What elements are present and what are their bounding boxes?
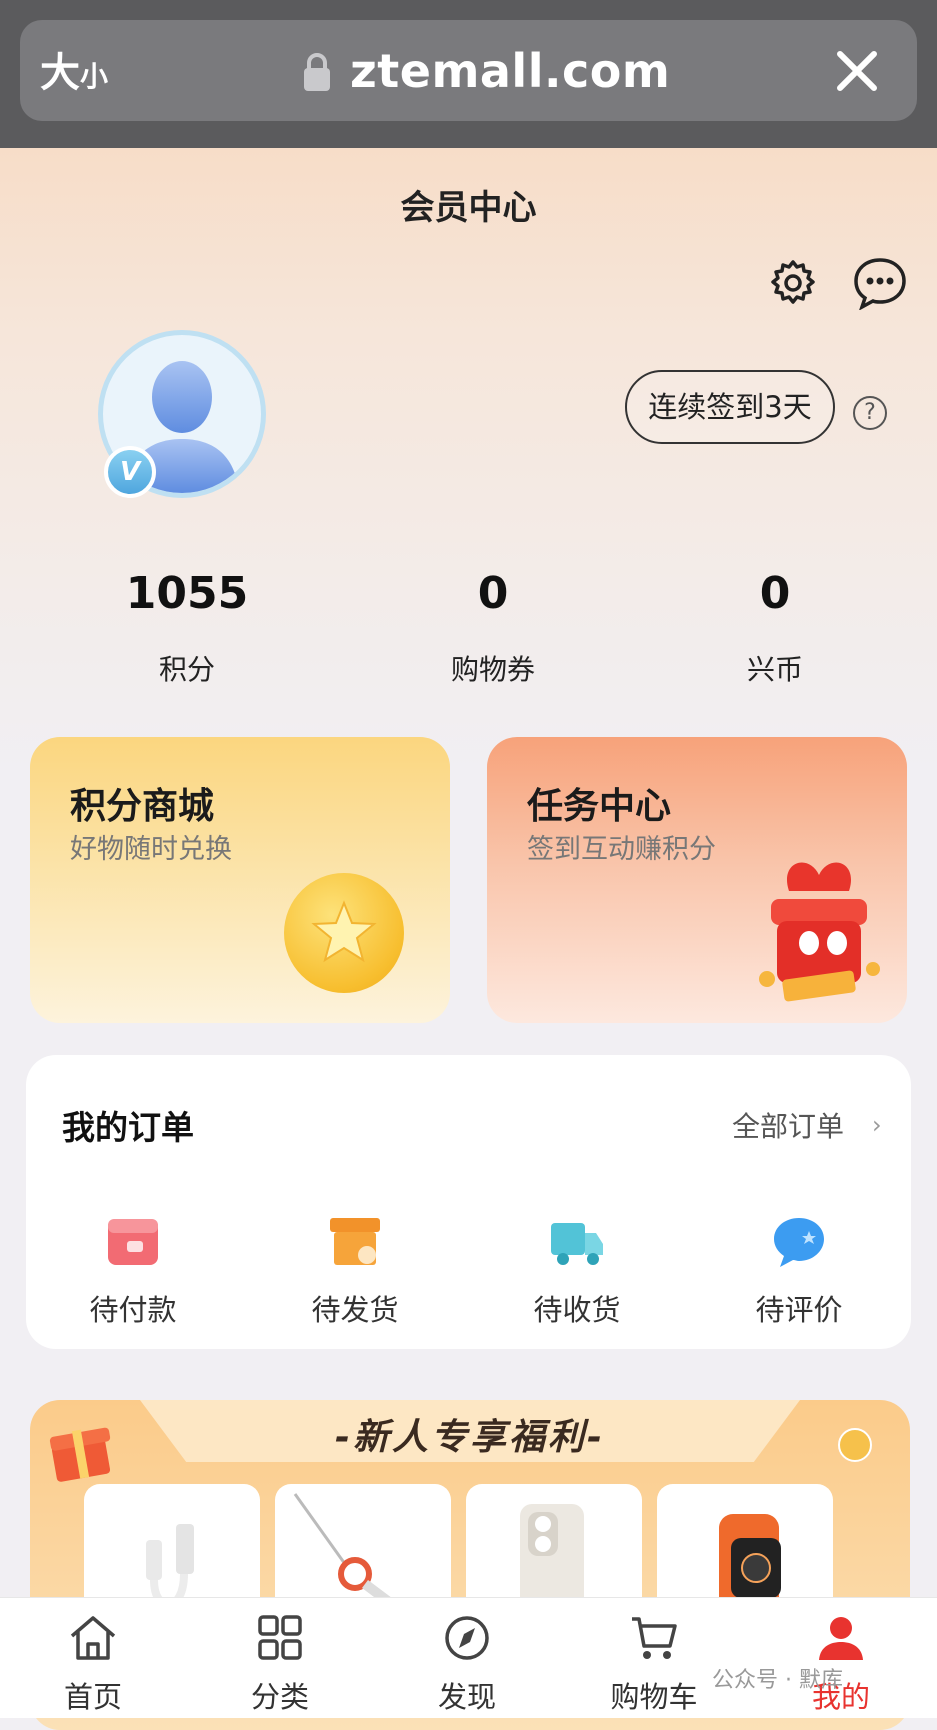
- help-icon[interactable]: ?: [853, 396, 887, 430]
- order-pending-receipt[interactable]: 待收货: [487, 1215, 667, 1329]
- gift-icon: [49, 1427, 111, 1482]
- xing-coin-value[interactable]: 0: [675, 568, 875, 619]
- card-subtitle: 好物随时兑换: [70, 834, 232, 865]
- nav-label: 购物车: [610, 1680, 698, 1714]
- card-subtitle: 签到互动赚积分: [527, 834, 716, 865]
- watermark: 公众号 · 默库: [712, 1668, 843, 1693]
- close-icon[interactable]: [832, 46, 882, 96]
- nav-label: 首页: [63, 1680, 122, 1714]
- home-icon: [70, 1616, 116, 1660]
- nav-home[interactable]: 首页: [33, 1614, 153, 1716]
- all-orders-link[interactable]: 全部订单: [732, 1105, 844, 1145]
- nav-cart[interactable]: 购物车: [594, 1614, 714, 1716]
- order-pending-review[interactable]: 待评价: [709, 1215, 889, 1329]
- card-title: 积分商城: [70, 786, 215, 827]
- checkin-button[interactable]: 连续签到3天: [625, 370, 835, 444]
- message-icon[interactable]: [852, 256, 908, 310]
- truck-icon: [551, 1223, 603, 1265]
- order-pending-shipment[interactable]: 待发货: [265, 1215, 445, 1329]
- coupon-value[interactable]: 0: [393, 568, 593, 619]
- points-mall-card[interactable]: 积分商城 好物随时兑换: [30, 737, 450, 1023]
- bottom-nav: 首页 分类 发现 购物车 我的: [0, 1597, 937, 1718]
- chat-bubble-icon: [774, 1218, 824, 1267]
- grid-icon: [258, 1615, 302, 1660]
- star-coin-icon: [284, 873, 404, 993]
- orders-title: 我的订单: [62, 1108, 194, 1147]
- wallet-icon: [108, 1219, 158, 1265]
- user-icon: [819, 1617, 863, 1660]
- cart-icon: [632, 1617, 677, 1659]
- text-size-button[interactable]: 大小: [40, 44, 108, 106]
- page-title: 会员中心: [400, 188, 537, 228]
- url-text: ztemall.com: [350, 44, 671, 98]
- order-label: 待评价: [755, 1293, 843, 1327]
- banner-title: -新人专享福利-: [335, 1417, 605, 1458]
- order-label: 待付款: [89, 1293, 177, 1327]
- compass-icon: [445, 1616, 489, 1660]
- chevron-right-icon[interactable]: ›: [872, 1111, 882, 1139]
- points-value[interactable]: 1055: [87, 568, 287, 619]
- size-label-big: 大: [40, 50, 80, 96]
- coupon-label: 购物券: [450, 653, 535, 686]
- lock-icon: [304, 53, 330, 91]
- nav-discover[interactable]: 发现: [407, 1614, 527, 1716]
- order-label: 待发货: [311, 1293, 399, 1327]
- coin-icon: [838, 1428, 872, 1462]
- gift-box-icon: [759, 862, 880, 1002]
- gear-icon[interactable]: [768, 258, 818, 308]
- vip-badge: V: [104, 446, 156, 498]
- nav-category[interactable]: 分类: [220, 1614, 340, 1716]
- xing-coin-label: 兴币: [746, 653, 803, 686]
- box-icon: [330, 1218, 380, 1265]
- order-pending-payment[interactable]: 待付款: [43, 1215, 223, 1329]
- card-title: 任务中心: [527, 786, 672, 827]
- my-orders-panel: 我的订单 全部订单 › 待付款 待发货 待收货 待评价: [26, 1055, 911, 1349]
- nav-label: 发现: [437, 1680, 496, 1714]
- points-label: 积分: [158, 653, 215, 686]
- nav-label: 分类: [250, 1680, 309, 1714]
- task-center-card[interactable]: 任务中心 签到互动赚积分: [487, 737, 907, 1023]
- order-label: 待收货: [533, 1293, 621, 1327]
- size-label-small: 小: [80, 60, 109, 93]
